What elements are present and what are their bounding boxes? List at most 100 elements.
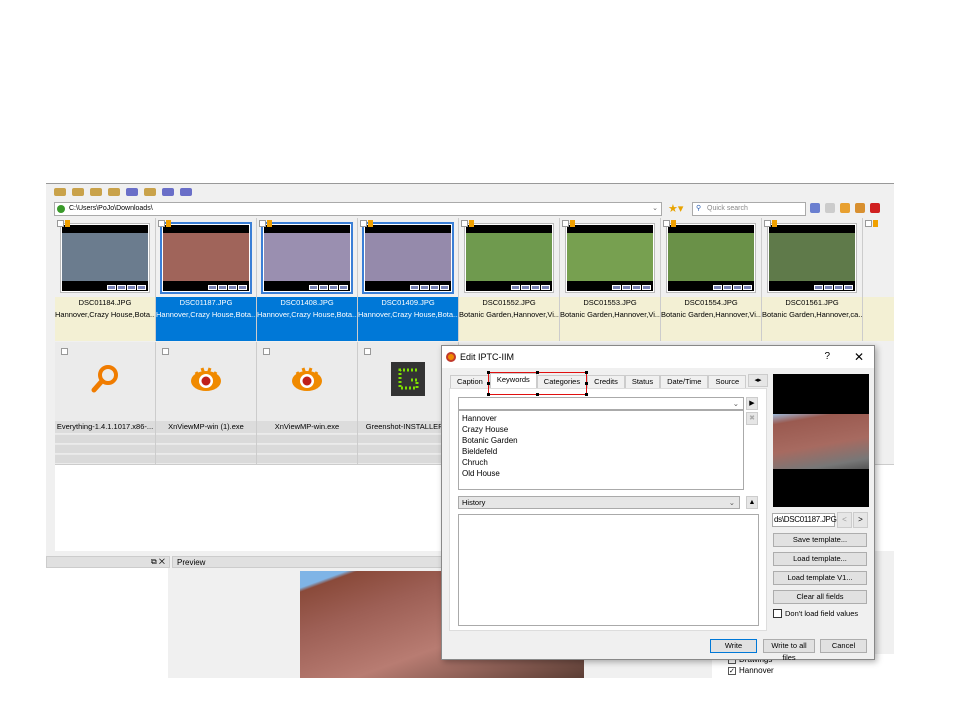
thumbnail-image [263,224,351,292]
thumbnail-tile[interactable]: DSC01561.JPG Botanic Garden,Hannover,ca.… [762,218,863,341]
keyword-item[interactable]: Old House [462,468,740,479]
thumbnail-keywords: Hannover,Crazy House,Bota... [358,309,458,321]
favorites-star-icon[interactable]: ★▾ [668,202,683,215]
keyword-input[interactable]: ⌄ [458,397,744,410]
load-template-button[interactable]: Load template... [773,552,867,566]
forward-icon[interactable] [825,203,835,213]
side-panel: ⧉ ✕ [46,556,170,678]
next-file-button[interactable]: > [853,512,868,528]
thumbnail-filename: DSC01561.JPG [762,297,862,309]
checkbox[interactable] [360,220,367,227]
checkbox[interactable] [764,220,771,227]
checkbox[interactable] [773,609,782,618]
checkbox[interactable] [61,348,68,355]
history-dropdown[interactable]: History ⌄ [458,496,740,509]
checkbox-checked[interactable]: ✓ [728,666,736,675]
dont-load-checkbox[interactable]: Don't load field values [773,609,858,618]
write-to-all-button[interactable]: Write to all files [763,639,815,662]
highlight-annotation [487,371,588,396]
file-tile[interactable]: XnViewMP-win (1).exe [156,342,257,464]
keyword-item[interactable]: Crazy House [462,424,740,435]
tab-datetime[interactable]: Date/Time [660,375,709,388]
history-label: History [462,498,486,507]
address-bar[interactable]: C:\Users\PoJo\Downloads\ ⌄ [54,202,662,216]
refresh-icon[interactable] [57,205,65,213]
toolbar-button-icon[interactable] [72,188,84,196]
toolbar-button-icon[interactable] [144,188,156,196]
search-icon: ⚲ [696,205,702,212]
address-path: C:\Users\PoJo\Downloads\ [69,205,153,212]
checkbox[interactable] [259,220,266,227]
remove-keyword-button[interactable]: ✖ [746,412,758,425]
file-tile[interactable]: XnViewMP-win.exe [257,342,358,464]
keyword-item[interactable]: Hannover [462,413,740,424]
quick-search-input[interactable]: ⚲ Quick search [692,202,806,216]
thumbnail-image [465,224,553,292]
checkbox[interactable] [364,348,371,355]
write-button[interactable]: Write [710,639,757,653]
toolbar-button-icon[interactable] [180,188,192,196]
toolbar-button-icon[interactable] [162,188,174,196]
add-keyword-button[interactable]: ▶ [746,397,758,410]
close-button[interactable]: ✕ [854,346,864,368]
checkbox[interactable] [562,220,569,227]
bookmark-icon [873,220,878,227]
float-icon[interactable]: ⧉ [151,557,157,566]
edit-icon[interactable] [855,203,865,213]
checkbox[interactable] [663,220,670,227]
history-list[interactable] [458,514,759,626]
close-icon[interactable]: ✕ [159,557,165,566]
tab-status[interactable]: Status [624,375,661,388]
load-template-v1-button[interactable]: Load template V1... [773,571,867,585]
thumbnail-tile[interactable]: DSC01409.JPG Hannover,Crazy House,Bota..… [358,218,459,341]
keyword-list[interactable]: Hannover Crazy House Botanic Garden Bieldef… [458,410,744,490]
thumbnail-tile[interactable]: DSC01553.JPG Botanic Garden,Hannover,Vi.… [560,218,661,341]
checkbox[interactable] [263,348,270,355]
xnview-logo-icon [446,352,456,362]
help-button[interactable]: ? [824,346,830,368]
save-template-button[interactable]: Save template... [773,533,867,547]
keyword-item[interactable]: Bieldefeld [462,446,740,457]
toolbar-button-icon[interactable] [90,188,102,196]
checkbox[interactable] [865,220,872,227]
thumbnail-tile[interactable]: DSC01408.JPG Hannover,Crazy House,Bota..… [257,218,358,341]
history-up-button[interactable]: ▲ [746,496,758,509]
filename-field[interactable]: ds\DSC01187.JPG [772,513,837,527]
keyword-item[interactable]: Botanic Garden [462,435,740,446]
category-item[interactable]: ✓ Hannover [712,665,894,676]
checkbox[interactable] [158,220,165,227]
file-name: XnViewMP-win (1).exe [156,421,256,433]
back-icon[interactable] [810,203,820,213]
chevron-down-icon[interactable]: ⌄ [733,398,739,409]
thumbnail-tile[interactable]: DSC01187.JPG Hannover,Crazy House,Bota..… [156,218,257,341]
checkbox[interactable] [57,220,64,227]
thumbnail-image [162,224,250,292]
tab-credits[interactable]: Credits [587,375,625,388]
bookmark-icon [772,220,777,227]
delete-icon[interactable] [870,203,880,213]
thumbnail-tile[interactable]: DSC01552.JPG Botanic Garden,Hannover,Vi.… [459,218,560,341]
clear-all-fields-button[interactable]: Clear all fields [773,590,867,604]
toolbar-button-icon[interactable] [54,188,66,196]
cancel-button[interactable]: Cancel [820,639,867,653]
tab-source[interactable]: Source [708,375,747,388]
checkbox[interactable] [461,220,468,227]
tab-scroll-arrows[interactable]: ◂▸ [748,374,768,387]
file-tile[interactable]: Everything-1.4.1.1017.x86-... [55,342,156,464]
toolbar-button-icon[interactable] [126,188,138,196]
xnview-eye-icon [290,362,324,396]
keyword-item[interactable]: Chruch [462,457,740,468]
dont-load-label: Don't load field values [785,609,859,618]
toolbar-button-icon[interactable] [108,188,120,196]
thumbnail-tile[interactable]: DSC01554.JPG Botanic Garden,Hannover,Vi.… [661,218,762,341]
thumbnail-tile[interactable]: Bot [863,218,894,341]
prev-file-button[interactable]: < [837,512,852,528]
thumbnail-image [768,224,856,292]
chevron-down-icon[interactable]: ⌄ [652,204,658,212]
file-name: Everything-1.4.1.1017.x86-... [55,421,155,433]
folder-icon[interactable] [840,203,850,213]
tab-caption[interactable]: Caption [450,375,490,388]
thumbnail-tile[interactable]: DSC01184.JPG Hannover,Crazy House,Bota..… [55,218,156,341]
checkbox[interactable] [162,348,169,355]
thumbnail-keywords: Botanic Garden,Hannover,Vi... [661,309,761,321]
